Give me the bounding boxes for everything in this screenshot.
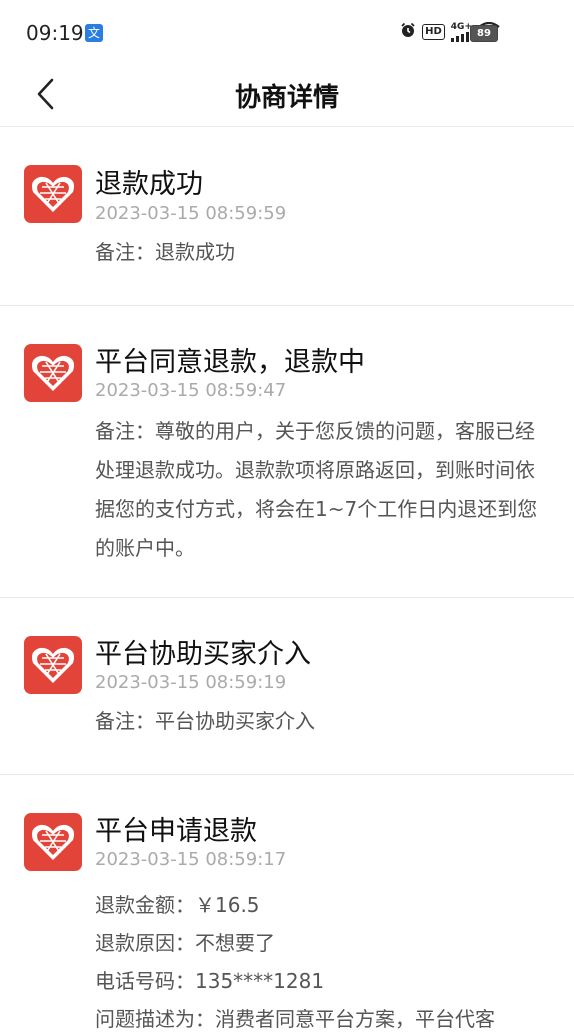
signal-icon: 4G+ bbox=[450, 22, 472, 42]
timeline-entry: 平台协助买家介入 2023-03-15 08:59:19 备注：平台协助买家介入 bbox=[0, 598, 574, 774]
alarm-icon bbox=[400, 22, 416, 42]
pinduoduo-logo-icon bbox=[24, 813, 82, 871]
entry-note: 备注：平台协助买家介入 bbox=[95, 709, 315, 733]
timeline-entry: 平台申请退款 2023-03-15 08:59:17 退款金额：￥16.5 退款… bbox=[0, 775, 574, 1031]
entry-title: 平台同意退款，退款中 bbox=[95, 347, 365, 378]
status-time: 09:19 bbox=[26, 21, 84, 45]
timeline-entry: 退款成功 2023-03-15 08:59:59 备注：退款成功 bbox=[0, 127, 574, 305]
entry-note: 备注：退款成功 bbox=[95, 240, 235, 264]
entry-title: 平台协助买家介入 bbox=[95, 639, 311, 670]
pinduoduo-logo-icon bbox=[24, 344, 82, 402]
problem-description: 问题描述为：消费者同意平台方案，平台代客 bbox=[95, 1007, 495, 1031]
pinduoduo-logo-icon bbox=[24, 165, 82, 223]
entry-time: 2023-03-15 08:59:17 bbox=[95, 849, 287, 870]
refund-amount: 退款金额：￥16.5 bbox=[95, 893, 260, 917]
entry-time: 2023-03-15 08:59:59 bbox=[95, 203, 287, 224]
nav-header: 协商详情 bbox=[0, 64, 574, 127]
hd-icon: HD bbox=[422, 24, 445, 40]
entry-time: 2023-03-15 08:59:47 bbox=[95, 380, 287, 401]
status-bar: 09:19 文 HD 4G+ 89 bbox=[0, 0, 574, 64]
app-notification-icon: 文 bbox=[85, 24, 103, 42]
refund-reason: 退款原因：不想要了 bbox=[95, 931, 275, 955]
timeline-entry: 平台同意退款，退款中 2023-03-15 08:59:47 备注：尊敬的用户，… bbox=[0, 306, 574, 597]
page-title: 协商详情 bbox=[234, 83, 339, 113]
phone-number: 电话号码：135****1281 bbox=[95, 969, 325, 993]
entry-title: 退款成功 bbox=[95, 169, 203, 200]
entry-time: 2023-03-15 08:59:19 bbox=[95, 672, 287, 693]
pinduoduo-logo-icon bbox=[24, 636, 82, 694]
entry-title: 平台申请退款 bbox=[95, 816, 257, 847]
entry-note: 备注：尊敬的用户，关于您反馈的问题，客服已经处理退款成功。退款款项将原路返回，到… bbox=[95, 419, 538, 560]
